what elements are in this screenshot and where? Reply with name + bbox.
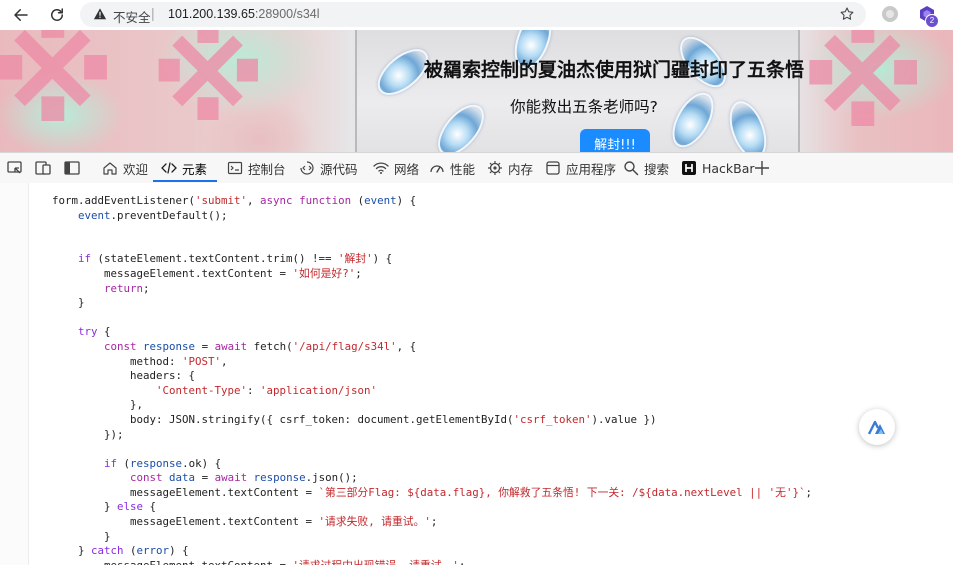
code-line[interactable]: messageElement.textContent = '如何是好?'; xyxy=(0,267,812,282)
url-path: :28900/s34l xyxy=(254,7,320,21)
code-line[interactable] xyxy=(0,238,812,253)
device-emulation-icon[interactable] xyxy=(34,159,52,177)
url-text[interactable]: 101.200.139.65:28900/s34l xyxy=(168,7,320,21)
tab-label: 元素 xyxy=(182,161,208,177)
unseal-button[interactable]: 解封!!! xyxy=(580,129,650,152)
sources-icon xyxy=(300,161,314,175)
code-line[interactable]: }, xyxy=(0,398,812,413)
code-icon xyxy=(161,162,177,174)
code-line[interactable]: } else { xyxy=(0,500,812,515)
inspect-element-icon[interactable] xyxy=(6,159,24,177)
decorative-sigil: ※ xyxy=(150,30,267,149)
code-line[interactable]: } catch (error) { xyxy=(0,544,812,559)
tab-label: 欢迎 xyxy=(123,161,149,177)
code-view[interactable]: form.addEventListener('submit', async fu… xyxy=(0,194,812,565)
tab-network[interactable]: 网络 xyxy=(373,153,419,183)
warning-icon[interactable] xyxy=(93,7,107,21)
extension-badge: 2 xyxy=(925,14,939,28)
code-line[interactable]: body: JSON.stringify({ csrf_token: docum… xyxy=(0,413,812,428)
address-bar[interactable]: 不安全 | 101.200.139.65:28900/s34l xyxy=(80,2,866,27)
tab-performance[interactable]: 性能 xyxy=(429,153,475,183)
back-button[interactable] xyxy=(9,3,33,27)
code-line[interactable]: return; xyxy=(0,282,812,297)
code-line[interactable] xyxy=(0,223,812,238)
back-arrow-icon xyxy=(14,9,28,21)
tab-hackbar[interactable]: HackBar xyxy=(681,153,755,183)
floating-assistant-button[interactable] xyxy=(859,409,895,445)
code-line[interactable]: } xyxy=(0,530,812,545)
code-line[interactable]: if (response.ok) { xyxy=(0,457,812,472)
reload-button[interactable] xyxy=(45,3,69,27)
active-tab-indicator xyxy=(153,180,217,182)
tab-label: 控制台 xyxy=(248,161,286,177)
console-icon xyxy=(227,161,243,175)
code-line[interactable]: messageElement.textContent = `第三部分Flag: … xyxy=(0,486,812,501)
search-icon xyxy=(624,161,639,176)
extension-circle-icon[interactable] xyxy=(882,6,898,22)
url-host: 101.200.139.65 xyxy=(168,7,255,21)
tab-welcome[interactable]: 欢迎 xyxy=(102,153,148,183)
page-subtitle: 你能救出五条老师吗? xyxy=(510,98,658,116)
code-line[interactable]: event.preventDefault(); xyxy=(0,209,812,224)
memory-icon xyxy=(488,161,502,175)
code-line[interactable]: messageElement.textContent = '请求过程中出现错误,… xyxy=(0,559,812,565)
code-line[interactable]: }); xyxy=(0,428,812,443)
plus-icon[interactable] xyxy=(753,159,771,177)
tab-sources[interactable]: 源代码 xyxy=(299,153,358,183)
dock-panel-icon[interactable] xyxy=(63,159,81,177)
reload-icon xyxy=(51,8,63,21)
code-line[interactable]: const response = await fetch('/api/flag/… xyxy=(0,340,812,355)
decorative-sigil: ※ xyxy=(0,30,117,152)
prison-realm-frame xyxy=(355,30,800,152)
code-line[interactable]: const data = await response.json(); xyxy=(0,471,812,486)
wifi-icon xyxy=(373,162,389,174)
tab-label: 内存 xyxy=(508,161,534,177)
tab-label: 性能 xyxy=(450,161,476,177)
code-line[interactable]: if (stateElement.textContent.trim() !== … xyxy=(0,252,812,267)
application-icon xyxy=(546,161,560,175)
tab-elements[interactable]: 元素 xyxy=(161,153,207,183)
assistant-logo-icon xyxy=(868,420,885,435)
browser-toolbar: 不安全 | 101.200.139.65:28900/s34l 2 xyxy=(0,0,953,30)
page-viewport: ※ ※ ※ 被羂索控制的夏油杰使用狱门疆封印了五条悟 你能救出五条老师吗? 解封… xyxy=(0,30,953,152)
code-line[interactable]: form.addEventListener('submit', async fu… xyxy=(0,194,812,209)
tab-console[interactable]: 控制台 xyxy=(227,153,286,183)
star-icon[interactable] xyxy=(839,6,855,22)
insecure-label[interactable]: 不安全 xyxy=(113,7,151,26)
tab-application[interactable]: 应用程序 xyxy=(545,153,616,183)
decorative-sigil: ※ xyxy=(800,30,927,152)
source-code-panel[interactable]: form.addEventListener('submit', async fu… xyxy=(0,183,953,565)
tab-memory[interactable]: 内存 xyxy=(487,153,533,183)
page-title: 被羂索控制的夏油杰使用狱门疆封印了五条悟 xyxy=(423,59,804,81)
home-icon xyxy=(103,162,117,175)
devtools-tabbar: 欢迎 元素 控制台 源代码 网络 性能 内存 应用程序 搜索 HackBar xyxy=(0,152,953,184)
tab-label: 搜索 xyxy=(644,161,670,177)
url-separator: | xyxy=(151,5,155,21)
code-line[interactable] xyxy=(0,311,812,326)
code-line[interactable]: headers: { xyxy=(0,369,812,384)
hackbar-icon xyxy=(682,161,696,175)
code-line[interactable] xyxy=(0,442,812,457)
code-line[interactable]: try { xyxy=(0,325,812,340)
tab-search[interactable]: 搜索 xyxy=(623,153,669,183)
tab-label: HackBar xyxy=(702,160,755,176)
code-line[interactable]: 'Content-Type': 'application/json' xyxy=(0,384,812,399)
code-line[interactable]: method: 'POST', xyxy=(0,355,812,370)
performance-icon xyxy=(430,165,444,173)
tab-label: 应用程序 xyxy=(566,161,617,177)
code-line[interactable]: } xyxy=(0,296,812,311)
tab-label: 网络 xyxy=(394,161,420,177)
code-line[interactable]: messageElement.textContent = '请求失败, 请重试。… xyxy=(0,515,812,530)
tab-label: 源代码 xyxy=(320,161,358,177)
